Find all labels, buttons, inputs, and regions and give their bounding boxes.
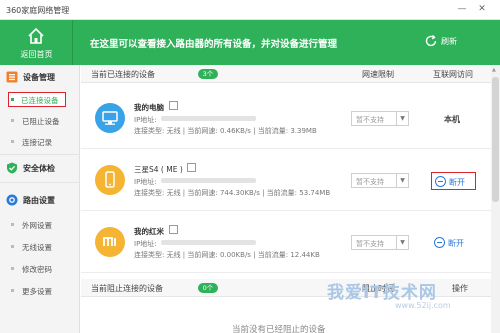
- speed-limit-value: 暂不支持: [356, 116, 384, 124]
- edit-name-icon[interactable]: [169, 225, 178, 234]
- sidebar-item-more[interactable]: 更多设置: [8, 283, 78, 298]
- sidebar-item-label: 连接记录: [22, 138, 52, 147]
- close-icon[interactable]: ✕: [475, 3, 489, 16]
- home-icon: [28, 27, 44, 44]
- page-headline: 在这里可以查看接入路由器的所有设备，并对设备进行管理: [90, 39, 338, 50]
- ip-redacted: [161, 116, 256, 121]
- sidebar-item-label: 外网设置: [22, 221, 52, 230]
- divider: [0, 154, 80, 155]
- divider: [0, 182, 80, 183]
- ip-label: IP地址:: [134, 178, 157, 186]
- computer-icon: [95, 103, 125, 133]
- bullet: [11, 289, 14, 292]
- connection-info: 连接类型: 无线 | 当前网速: 0.46KB/s | 当前流量: 3.39MB: [134, 127, 317, 135]
- mi-logo-icon: [95, 227, 125, 257]
- speed-limit-select[interactable]: 暂不支持 ▼: [351, 235, 409, 250]
- bullet: [11, 267, 14, 270]
- speed-limit-value: 暂不支持: [356, 240, 384, 248]
- sidebar: 设备管理 已连接设备 已阻止设备 连接记录 安全体检 路由设置 外网设置 无线设…: [0, 65, 80, 333]
- connected-count-badge: 3个: [198, 69, 218, 79]
- back-home-button[interactable]: 返回首页: [0, 20, 73, 65]
- device-row: 我的红米 IP地址: 连接类型: 无线 | 当前网速: 0.00KB/s | 当…: [81, 215, 491, 273]
- sidebar-item-label: 已连接设备: [21, 96, 59, 105]
- device-name: 我的红米: [134, 227, 164, 236]
- ip-label: IP地址:: [134, 116, 157, 124]
- sidebar-item-password[interactable]: 修改密码: [8, 261, 78, 276]
- speed-limit-select[interactable]: 暂不支持 ▼: [351, 111, 409, 126]
- nav-group-label: 设备管理: [23, 73, 55, 82]
- phone-icon: [95, 165, 125, 195]
- ip-label: IP地址:: [134, 240, 157, 248]
- sidebar-item-label: 无线设置: [22, 243, 52, 252]
- ip-redacted: [161, 240, 256, 245]
- nav-group-router-settings[interactable]: 路由设置: [0, 190, 80, 210]
- scrollbar-thumb[interactable]: [492, 77, 499, 202]
- disconnect-icon: [434, 237, 445, 248]
- col-speed-limit: 网速限制: [362, 70, 394, 79]
- refresh-button[interactable]: 刷新: [424, 33, 464, 51]
- nav-group-label: 路由设置: [23, 196, 55, 205]
- refresh-label: 刷新: [441, 37, 457, 46]
- nav-group-label: 安全体检: [23, 164, 55, 173]
- disconnect-label: 断开: [448, 239, 464, 248]
- disconnect-icon: [435, 176, 446, 187]
- nav-group-security-check[interactable]: 安全体检: [0, 158, 80, 178]
- sidebar-item-records[interactable]: 连接记录: [8, 134, 78, 149]
- sidebar-item-wireless[interactable]: 无线设置: [8, 239, 78, 254]
- disconnect-label: 断开: [449, 178, 465, 187]
- refresh-icon: [425, 34, 437, 47]
- chevron-down-icon: ▼: [396, 112, 408, 125]
- col-internet-access: 互联网访问: [433, 70, 473, 79]
- chevron-down-icon: ▼: [396, 174, 408, 187]
- scroll-up-icon[interactable]: ▲: [492, 67, 496, 73]
- connection-info: 连接类型: 无线 | 当前网速: 744.30KB/s | 当前流量: 53.7…: [134, 189, 331, 197]
- device-name: 我的电脑: [134, 103, 164, 112]
- edit-name-icon[interactable]: [187, 163, 196, 172]
- header-banner: 返回首页 在这里可以查看接入路由器的所有设备，并对设备进行管理 刷新: [0, 20, 500, 65]
- ip-redacted: [161, 178, 256, 183]
- watermark-url: www.52ij.com: [395, 301, 451, 310]
- title-bar: 360家庭网络管理 — ✕: [0, 0, 500, 20]
- access-status: 本机: [444, 115, 460, 124]
- sidebar-item-wan[interactable]: 外网设置: [8, 217, 78, 232]
- device-row: 我的电脑 IP地址: 连接类型: 无线 | 当前网速: 0.46KB/s | 当…: [81, 91, 491, 149]
- sidebar-item-label: 已阻止设备: [22, 117, 60, 126]
- speed-limit-select[interactable]: 暂不支持 ▼: [351, 173, 409, 188]
- watermark: 我爱IT技术网 www.52ij.com: [285, 268, 495, 330]
- bullet: [11, 245, 14, 248]
- sidebar-item-label: 更多设置: [22, 287, 52, 296]
- connection-info: 连接类型: 无线 | 当前网速: 0.00KB/s | 当前流量: 12.44K…: [134, 251, 320, 259]
- speed-limit-value: 暂不支持: [356, 178, 384, 186]
- device-row: 三星S4 ( ME ) IP地址: 连接类型: 无线 | 当前网速: 744.3…: [81, 153, 491, 211]
- minimize-icon[interactable]: —: [455, 3, 469, 16]
- nav-group-device-manage[interactable]: 设备管理: [0, 67, 80, 87]
- sidebar-item-blocked[interactable]: 已阻止设备: [8, 113, 78, 128]
- disconnect-button[interactable]: 断开: [431, 234, 476, 252]
- window-title: 360家庭网络管理: [6, 6, 70, 15]
- watermark-title: 我爱IT技术网: [327, 283, 437, 303]
- sidebar-item-connected[interactable]: 已连接设备: [8, 92, 66, 107]
- shield-check-icon: [7, 162, 17, 174]
- device-manage-icon: [6, 71, 18, 83]
- bullet: [11, 98, 14, 101]
- sidebar-item-label: 修改密码: [22, 265, 52, 274]
- bullet: [11, 140, 14, 143]
- device-name: 三星S4 ( ME ): [134, 165, 183, 174]
- disconnect-button[interactable]: 断开: [431, 172, 476, 190]
- router-gear-icon: [6, 194, 18, 206]
- bullet: [11, 119, 14, 122]
- chevron-down-icon: ▼: [396, 236, 408, 249]
- blocked-count-badge: 0个: [198, 283, 218, 293]
- back-home-label: 返回首页: [20, 50, 53, 59]
- connected-title: 当前已连接的设备: [91, 70, 155, 79]
- edit-name-icon[interactable]: [169, 101, 178, 110]
- blocked-title: 当前阻止连接的设备: [91, 284, 163, 293]
- bullet: [11, 223, 14, 226]
- connected-section-header: 当前已连接的设备 3个 网速限制 互联网访问: [81, 65, 491, 83]
